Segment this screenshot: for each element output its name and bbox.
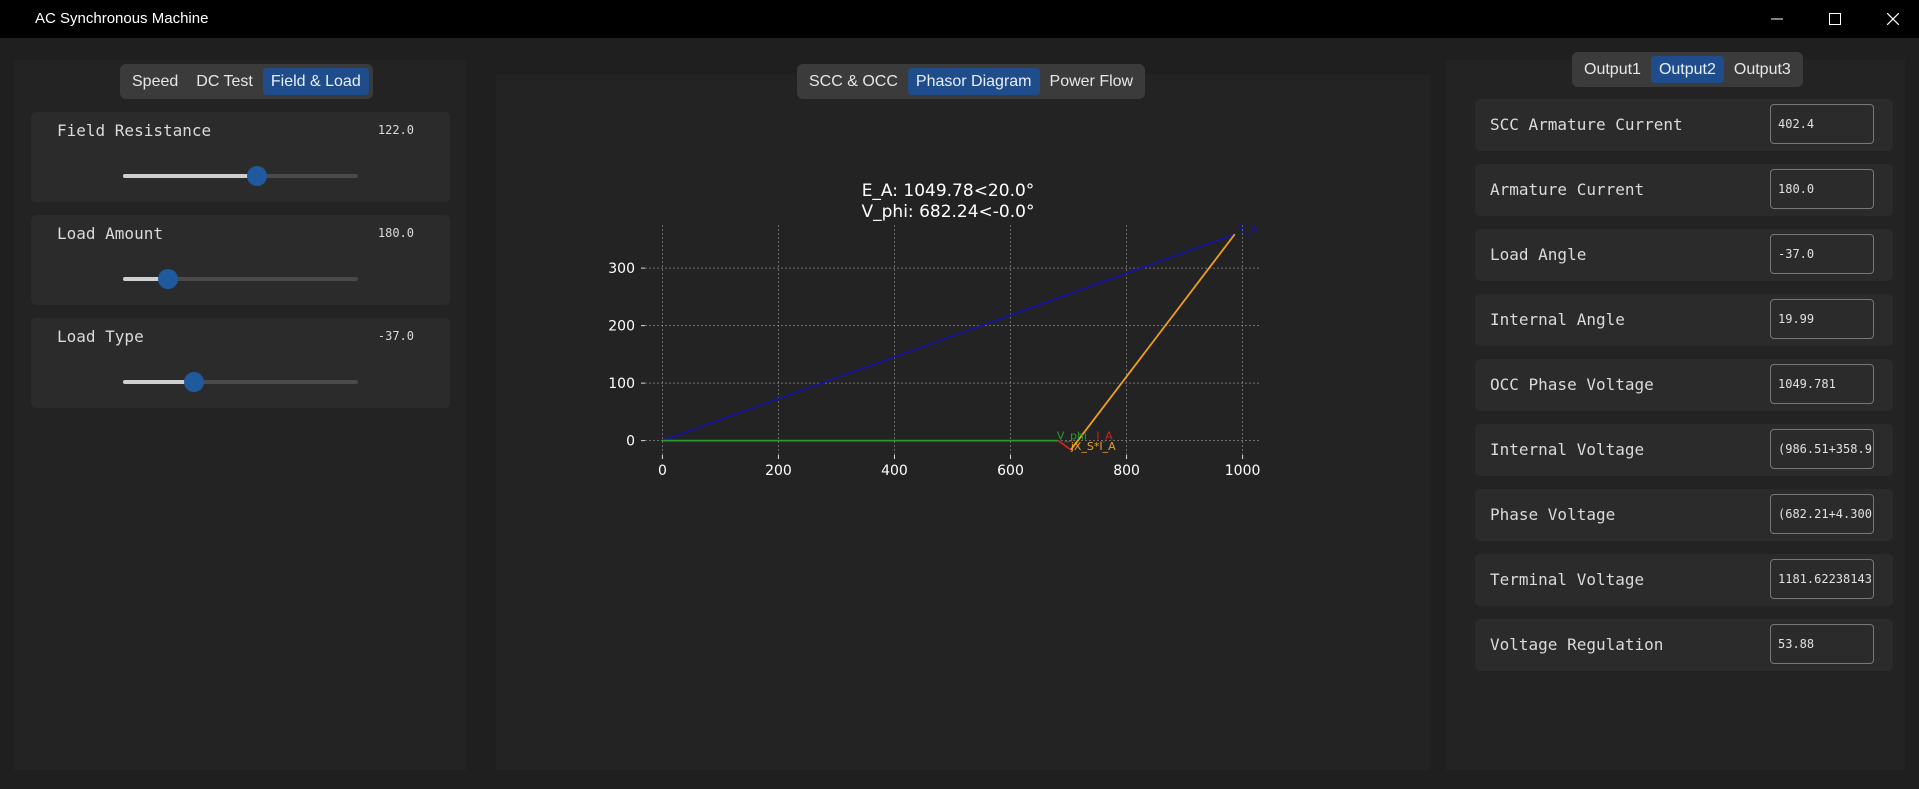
title-bar: AC Synchronous Machine: [0, 0, 1919, 38]
phasor-label: E_A: [1238, 222, 1258, 235]
param-label: Load Type: [57, 327, 144, 346]
output-value: 53.88: [1778, 637, 1815, 651]
output-label: Internal Angle: [1490, 310, 1625, 329]
field-resistance-slider[interactable]: [123, 166, 358, 186]
slider-handle[interactable]: [246, 166, 267, 186]
output-label: Load Angle: [1490, 245, 1587, 264]
maximize-icon: [1829, 13, 1841, 25]
param-card-field-resistance: Field Resistance 122.0: [31, 112, 450, 202]
output-value: 402.4: [1778, 117, 1815, 131]
y-tick-label: 100: [608, 376, 635, 392]
output-row-internal-angle: Internal Angle 19.99: [1475, 294, 1893, 346]
tab-power-flow[interactable]: Power Flow: [1042, 68, 1142, 95]
y-tick-label: 200: [608, 319, 635, 335]
output-value: 1181.62238143: [1778, 572, 1872, 586]
output-label: Voltage Regulation: [1490, 635, 1664, 654]
output-row-internal-voltage: Internal Voltage (986.51+358.9: [1475, 424, 1893, 476]
output-value: 180.0: [1778, 182, 1815, 196]
output-field[interactable]: -37.0: [1770, 234, 1874, 274]
tab-dc-test[interactable]: DC Test: [188, 68, 261, 95]
output-row-scc-armature-current: SCC Armature Current 402.4: [1475, 99, 1893, 151]
tab-scc-occ[interactable]: SCC & OCC: [801, 68, 906, 95]
phasor-e-a: [662, 233, 1236, 442]
tab-speed[interactable]: Speed: [124, 68, 186, 95]
load-type-slider[interactable]: [123, 372, 358, 392]
output-label: OCC Phase Voltage: [1490, 375, 1654, 394]
output-field[interactable]: (986.51+358.9: [1770, 429, 1874, 469]
tab-output3[interactable]: Output3: [1726, 56, 1799, 83]
plot-title-line2: V_phi: 682.24<-0.0°: [862, 202, 1035, 222]
output-field[interactable]: 19.99: [1770, 299, 1874, 339]
plot-title-line1: E_A: 1049.78<20.0°: [862, 181, 1035, 201]
output-field[interactable]: 180.0: [1770, 169, 1874, 209]
param-value: 122.0: [377, 123, 414, 137]
maximize-button[interactable]: [1806, 0, 1864, 38]
output-row-terminal-voltage: Terminal Voltage 1181.62238143: [1475, 554, 1893, 606]
x-tick-label: 200: [765, 463, 792, 479]
phasor-label: jX_S*I_A: [1070, 440, 1116, 453]
param-value: 180.0: [377, 226, 414, 240]
slider-handle[interactable]: [157, 269, 178, 289]
output-field[interactable]: (682.21+4.300: [1770, 494, 1874, 534]
output-label: Internal Voltage: [1490, 440, 1645, 459]
right-tab-bar: Output1 Output2 Output3: [1572, 52, 1803, 87]
output-row-phase-voltage: Phase Voltage (682.21+4.300: [1475, 489, 1893, 541]
minimize-button[interactable]: [1748, 0, 1806, 38]
output-value: -37.0: [1778, 247, 1815, 261]
output-label: Terminal Voltage: [1490, 570, 1645, 589]
param-value: -37.0: [377, 329, 414, 343]
output-value: 1049.781: [1778, 377, 1836, 391]
slider-handle[interactable]: [183, 372, 204, 392]
phasor-jx-s-i-a: [1070, 233, 1236, 451]
output-label: SCC Armature Current: [1490, 115, 1683, 134]
x-tick-label: 1000: [1225, 463, 1261, 479]
output-field[interactable]: 53.88: [1770, 624, 1874, 664]
tab-output2[interactable]: Output2: [1650, 56, 1724, 83]
tab-output1[interactable]: Output1: [1576, 56, 1649, 83]
output-field[interactable]: 1049.781: [1770, 364, 1874, 404]
param-card-load-amount: Load Amount 180.0: [31, 215, 450, 305]
minimize-icon: [1771, 18, 1783, 20]
output-value: (986.51+358.9: [1778, 442, 1872, 456]
output-row-voltage-regulation: Voltage Regulation 53.88: [1475, 619, 1893, 671]
output-row-armature-current: Armature Current 180.0: [1475, 164, 1893, 216]
close-button[interactable]: [1864, 0, 1919, 38]
y-tick-label: 300: [608, 261, 635, 277]
center-tab-bar: SCC & OCC Phasor Diagram Power Flow: [797, 64, 1146, 99]
y-tick-label: 0: [626, 434, 635, 450]
output-field[interactable]: 1181.62238143: [1770, 559, 1874, 599]
x-tick-label: 400: [881, 463, 908, 479]
left-tab-bar: Speed DC Test Field & Load: [120, 64, 373, 99]
window-title: AC Synchronous Machine: [35, 10, 209, 27]
param-label: Load Amount: [57, 224, 163, 243]
x-tick-label: 800: [1113, 463, 1140, 479]
output-label: Armature Current: [1490, 180, 1645, 199]
close-icon: [1887, 13, 1899, 25]
output-value: (682.21+4.300: [1778, 507, 1872, 521]
output-field[interactable]: 402.4: [1770, 104, 1874, 144]
tab-field-load[interactable]: Field & Load: [262, 68, 369, 95]
x-tick-label: 0: [658, 463, 667, 479]
output-value: 19.99: [1778, 312, 1815, 326]
tab-phasor-diagram[interactable]: Phasor Diagram: [907, 68, 1040, 95]
param-card-load-type: Load Type -37.0: [31, 318, 450, 408]
load-amount-slider[interactable]: [123, 269, 358, 289]
phasor-diagram-chart: E_A: 1049.78<20.0° V_phi: 682.24<-0.0° 0…: [608, 181, 1261, 479]
param-label: Field Resistance: [57, 121, 212, 140]
output-label: Phase Voltage: [1490, 505, 1616, 524]
output-row-load-angle: Load Angle -37.0: [1475, 229, 1893, 281]
x-tick-label: 600: [997, 463, 1024, 479]
output-row-occ-phase-voltage: OCC Phase Voltage 1049.781: [1475, 359, 1893, 411]
